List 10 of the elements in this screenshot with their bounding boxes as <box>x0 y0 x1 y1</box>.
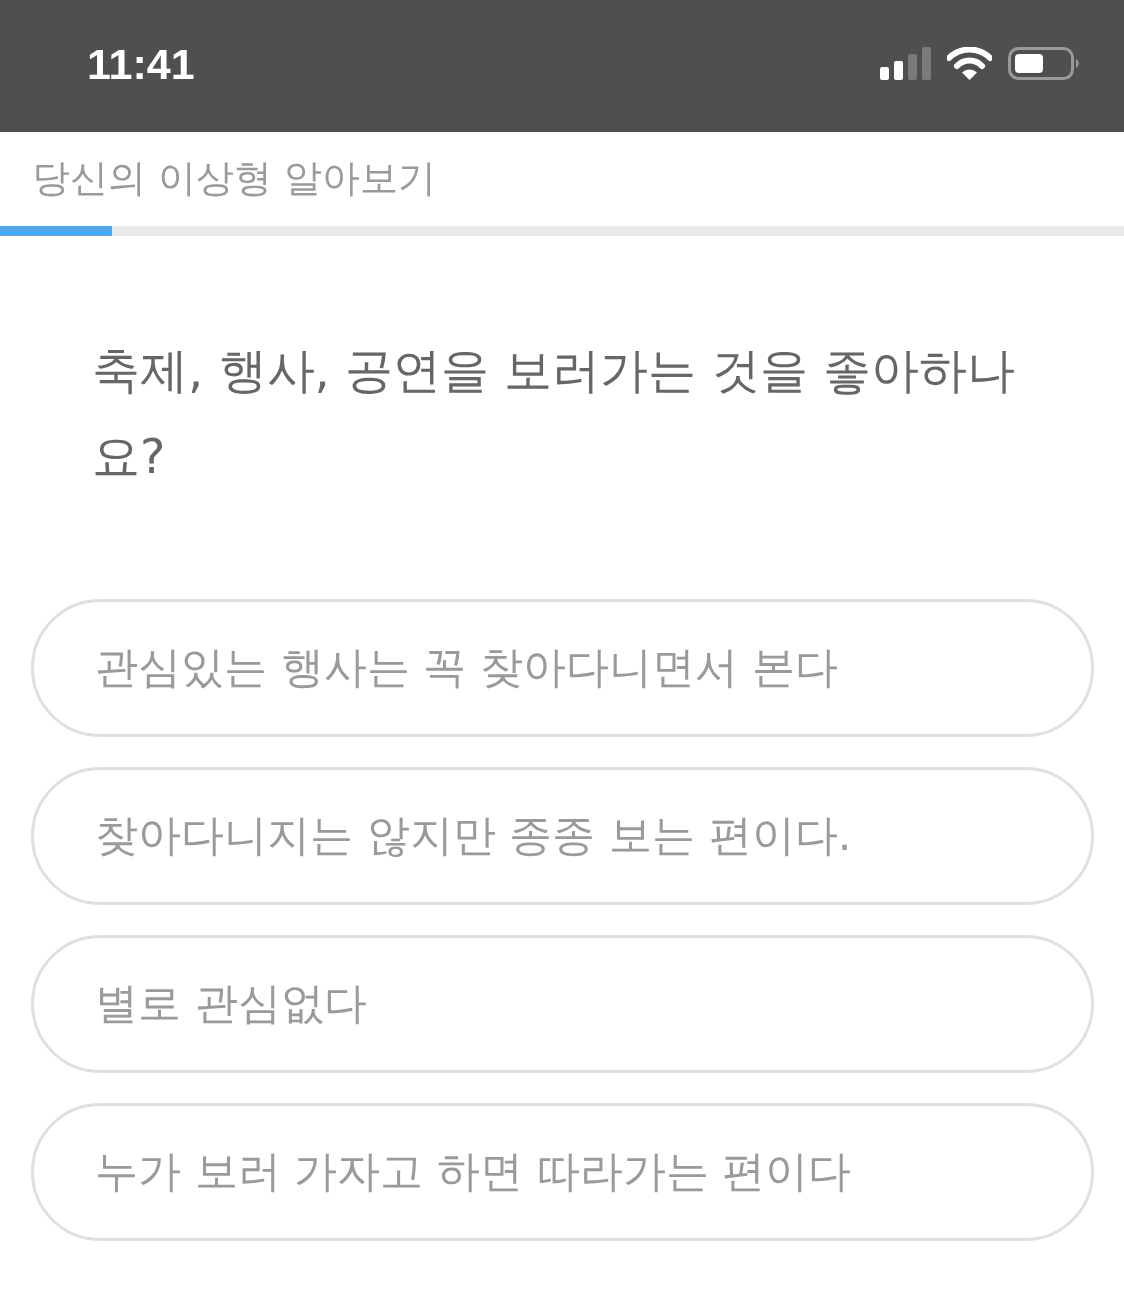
wifi-icon <box>947 46 992 80</box>
answer-option[interactable]: 찾아다니지는 않지만 종종 보는 편이다. <box>31 767 1094 905</box>
signal-icon <box>880 46 931 80</box>
answer-option[interactable]: 별로 관심없다 <box>31 935 1094 1073</box>
page-title: 당신의 이상형 알아보기 <box>32 154 437 202</box>
battery-icon <box>1008 46 1080 80</box>
answer-option[interactable]: 누가 보러 가자고 하면 따라가는 편이다 <box>31 1103 1094 1241</box>
clock-time: 11:41 <box>87 39 195 89</box>
answer-option[interactable]: 관심있는 행사는 꼭 찾아다니면서 본다 <box>31 599 1094 737</box>
question-text: 축제, 행사, 공연을 보러가는 것을 좋아하나요? <box>91 341 1016 486</box>
